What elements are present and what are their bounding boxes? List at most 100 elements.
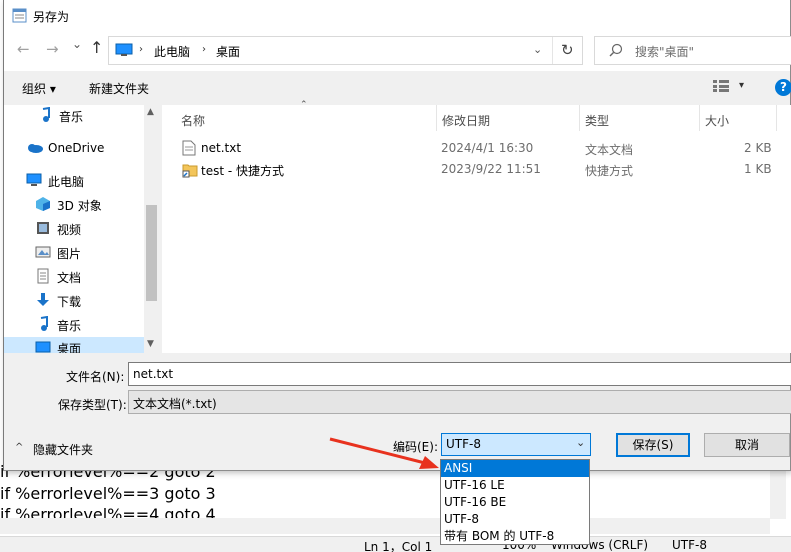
- text-file-icon: [182, 140, 196, 159]
- search-icon: [609, 43, 623, 60]
- view-dropdown-icon[interactable]: ▾: [739, 80, 744, 91]
- annotation-arrow: [329, 437, 439, 469]
- encoding-option-ansi[interactable]: ANSI: [441, 460, 589, 477]
- status-encoding: UTF-8: [672, 538, 707, 552]
- recent-locations-chevron-icon[interactable]: ⌄: [72, 37, 82, 51]
- breadcrumb-desktop[interactable]: 桌面: [216, 43, 240, 60]
- column-header-type[interactable]: 类型: [585, 112, 609, 129]
- cancel-button[interactable]: 取消: [704, 433, 790, 457]
- file-size: 1 KB: [744, 162, 772, 176]
- desktop-icon: [35, 339, 51, 353]
- back-arrow-icon[interactable]: ←: [17, 40, 30, 58]
- nav-item-label: 图片: [57, 247, 82, 261]
- file-name: net.txt: [201, 141, 242, 155]
- column-divider: [579, 105, 580, 131]
- file-name: test - 快捷方式: [201, 164, 285, 178]
- file-type: 快捷方式: [585, 164, 634, 178]
- dialog-title: 另存为: [33, 10, 70, 24]
- new-folder-button[interactable]: 新建文件夹: [89, 80, 149, 97]
- nav-item-music[interactable]: 音乐: [35, 314, 152, 336]
- editor-hscrollbar[interactable]: [0, 518, 770, 534]
- video-icon: [35, 220, 51, 236]
- nav-item-downloads[interactable]: 下载: [35, 290, 152, 312]
- column-header-size[interactable]: 大小: [705, 112, 729, 129]
- scroll-down-icon[interactable]: ▼: [147, 339, 154, 349]
- cloud-icon: [26, 140, 43, 156]
- filename-label: 文件名(N):: [66, 370, 125, 384]
- nav-item-label: 桌面: [57, 342, 82, 353]
- breadcrumb-this-pc[interactable]: 此电脑: [154, 43, 190, 60]
- up-arrow-icon[interactable]: ↑: [90, 38, 103, 57]
- encoding-chevron-icon: ⌄: [576, 436, 586, 449]
- encoding-option-utf16be[interactable]: UTF-16 BE: [441, 494, 589, 511]
- column-divider: [776, 105, 777, 131]
- nav-item-this-pc[interactable]: 此电脑: [26, 170, 152, 192]
- nav-item-desktop[interactable]: 桌面: [4, 337, 144, 353]
- filetype-select[interactable]: 文本文档(*.txt): [128, 390, 791, 414]
- nav-item-documents[interactable]: 文档: [35, 266, 152, 288]
- help-icon[interactable]: ?: [775, 79, 791, 96]
- file-row[interactable]: test - 快捷方式 2023/9/22 11:51 快捷方式 1 KB: [180, 159, 780, 181]
- music-note-icon: [35, 315, 51, 332]
- nav-item-label: 3D 对象: [57, 199, 102, 213]
- encoding-dropdown-list: ANSI UTF-16 LE UTF-16 BE UTF-8 带有 BOM 的 …: [440, 459, 590, 545]
- nav-item-3d-objects[interactable]: 3D 对象: [35, 194, 152, 216]
- nav-item-music-top[interactable]: 音乐: [37, 105, 152, 127]
- sort-ascending-icon: ⌃: [300, 100, 308, 110]
- encoding-option-utf8-bom[interactable]: 带有 BOM 的 UTF-8: [441, 528, 589, 545]
- file-modified: 2024/4/1 16:30: [441, 141, 534, 155]
- cube-icon: [35, 196, 51, 212]
- address-dropdown-chevron-icon[interactable]: ⌄: [533, 43, 542, 56]
- filetype-value: 文本文档(*.txt): [133, 397, 217, 411]
- organize-menu-button[interactable]: 组织 ▾: [22, 80, 56, 97]
- navpane-scrollbar[interactable]: ▲ ▼: [144, 105, 159, 353]
- download-icon: [35, 292, 51, 308]
- music-note-icon: [37, 106, 53, 123]
- address-divider: [552, 37, 553, 64]
- search-box[interactable]: 搜索"桌面": [594, 36, 791, 65]
- filename-input[interactable]: net.txt: [128, 362, 791, 386]
- column-divider: [699, 105, 700, 131]
- scrollbar-thumb[interactable]: [146, 205, 157, 301]
- nav-item-label: 此电脑: [48, 175, 85, 189]
- file-row[interactable]: net.txt 2024/4/1 16:30 文本文档 2 KB: [180, 138, 780, 160]
- nav-item-pictures[interactable]: 图片: [35, 242, 152, 264]
- document-icon: [35, 268, 51, 284]
- encoding-select[interactable]: UTF-8 ⌄: [441, 433, 591, 456]
- encoding-option-utf16le[interactable]: UTF-16 LE: [441, 477, 589, 494]
- nav-item-onedrive[interactable]: OneDrive: [26, 138, 152, 160]
- nav-item-label: 音乐: [59, 110, 84, 124]
- editor-vscrollbar[interactable]: [770, 471, 786, 519]
- nav-item-label: 音乐: [57, 319, 82, 333]
- encoding-option-utf8[interactable]: UTF-8: [441, 511, 589, 528]
- file-size: 2 KB: [744, 141, 772, 155]
- computer-icon: [26, 172, 42, 188]
- column-divider: [436, 105, 437, 131]
- dialog-toolbar: 组织 ▾ 新建文件夹 ▾ ?: [4, 71, 791, 105]
- nav-item-videos[interactable]: 视频: [35, 218, 152, 240]
- column-header-modified[interactable]: 修改日期: [442, 112, 490, 129]
- view-options-icon[interactable]: [713, 80, 729, 95]
- encoding-value: UTF-8: [446, 437, 481, 451]
- forward-arrow-icon[interactable]: →: [46, 40, 59, 58]
- computer-icon: [115, 43, 133, 57]
- notepad-app-icon: [12, 8, 28, 23]
- navigation-pane: 音乐 OneDrive 此电脑 3D 对象 视频 图片 文档 下载 音乐 桌面 …: [4, 105, 159, 353]
- scroll-up-icon[interactable]: ▲: [147, 107, 154, 117]
- editor-line: if %errorlevel%==3 goto 3: [0, 484, 216, 503]
- nav-item-label: 文档: [57, 271, 82, 285]
- column-header-name[interactable]: 名称: [181, 112, 205, 129]
- file-modified: 2023/9/22 11:51: [441, 162, 541, 176]
- hide-folders-toggle[interactable]: 隐藏文件夹: [33, 441, 93, 458]
- save-button[interactable]: 保存(S): [616, 433, 690, 457]
- editor-statusbar: Ln 1，Col 1 100% Windows (CRLF) UTF-8: [0, 536, 791, 552]
- filetype-label: 保存类型(T):: [58, 398, 127, 412]
- address-bar[interactable]: › 此电脑 › 桌面 ⌄ ↻: [108, 36, 583, 65]
- nav-item-label: 下载: [57, 295, 82, 309]
- shortcut-icon: [182, 162, 198, 181]
- save-as-dialog: 另存为 ← → ⌄ ↑ › 此电脑 › 桌面 ⌄ ↻ 搜索"桌面" 组织 ▾ 新…: [3, 0, 791, 471]
- hide-folders-chevron-icon[interactable]: ^: [15, 442, 23, 453]
- breadcrumb-separator-icon: ›: [202, 44, 206, 55]
- picture-icon: [35, 244, 51, 260]
- refresh-icon[interactable]: ↻: [561, 41, 574, 59]
